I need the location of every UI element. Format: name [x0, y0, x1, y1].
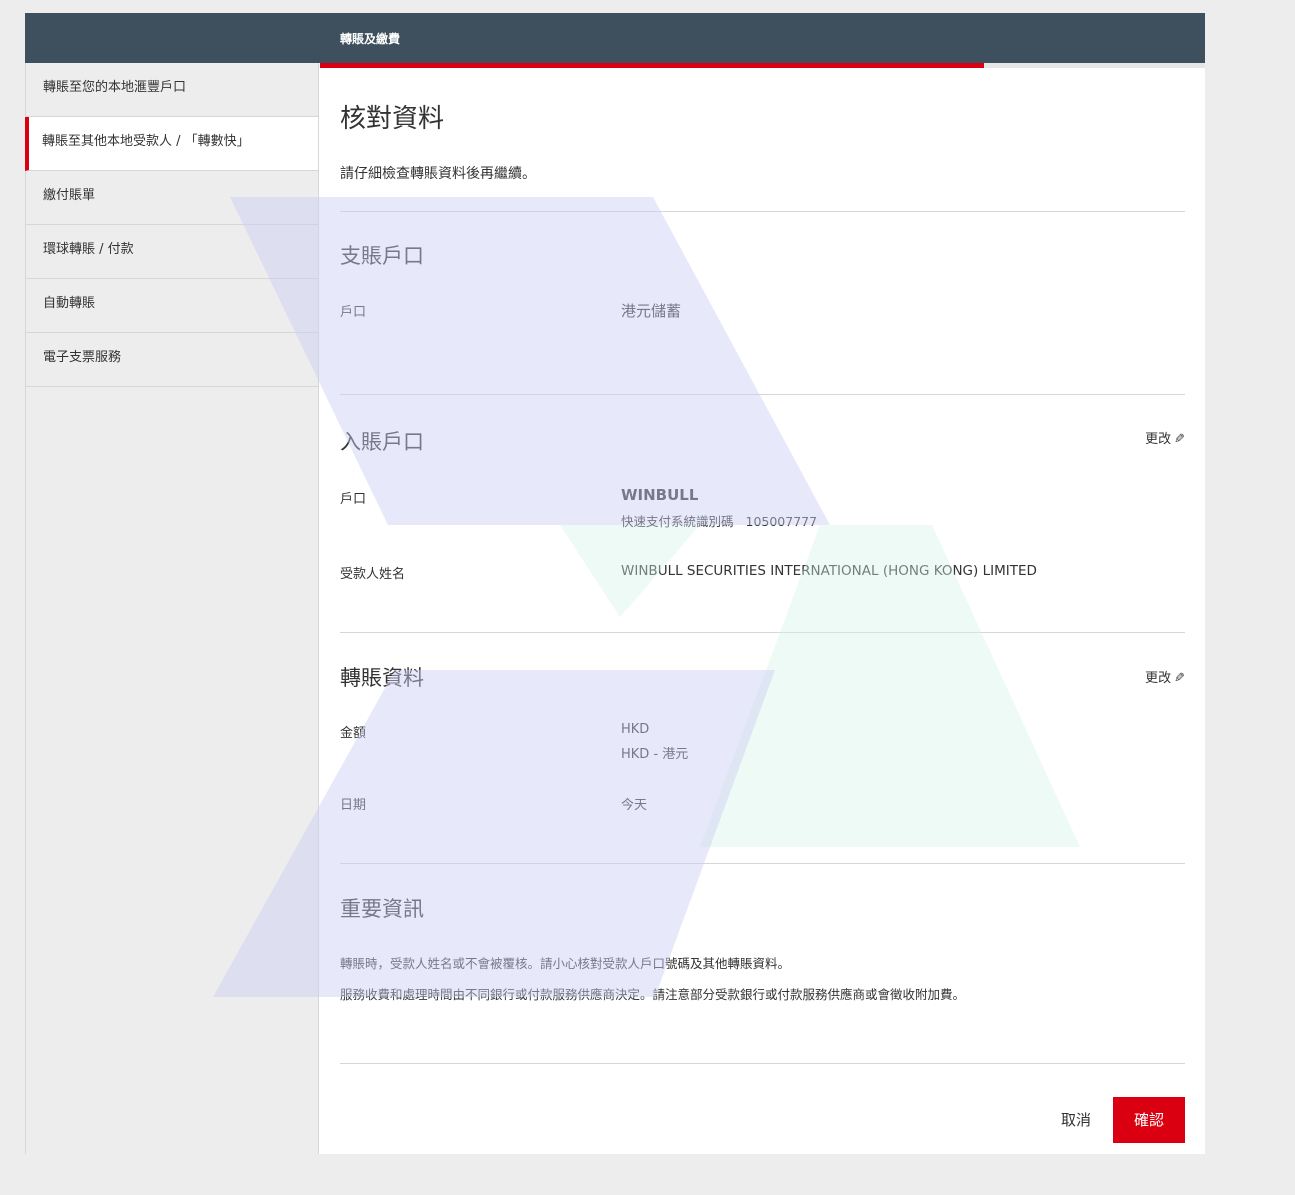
sidebar-nav: 轉賬至您的本地滙豐戶口 轉賬至其他本地受款人 / 「轉數快」 繳付賬單 環球轉賬… — [25, 63, 319, 1154]
payee-name-label: 受款人姓名 — [340, 567, 406, 582]
divider — [340, 394, 1185, 395]
fps-id-row: 快速支付系統識別碼 105007777 — [621, 511, 817, 530]
divider — [340, 1063, 1185, 1064]
sidebar-item-auto-transfer[interactable]: 自動轉賬 — [26, 279, 318, 333]
sidebar-item-pay-bills[interactable]: 繳付賬單 — [26, 171, 318, 225]
payee-name-value: WINBULL SECURITIES INTERNATIONAL (HONG K… — [621, 563, 1037, 579]
edit-label: 更改 — [1145, 432, 1172, 447]
pencil-icon: ✎ — [1174, 671, 1185, 686]
from-account-heading: 支賬戶口 — [340, 244, 424, 268]
to-account-heading: 入賬戶口 — [340, 430, 424, 454]
fps-id-value: 105007777 — [745, 514, 818, 529]
to-account-label: 戶口 — [340, 492, 367, 507]
from-account-value: 港元儲蓄 — [621, 302, 682, 320]
important-info-line-2: 服務收費和處理時間由不同銀行或付款服務供應商決定。請注意部分受款銀行或付款服務供… — [340, 987, 966, 1002]
transfer-details-heading: 轉賬資料 — [340, 666, 424, 690]
cancel-button[interactable]: 取消 — [1052, 1097, 1100, 1143]
to-account-edit-link[interactable]: 更改 ✎ — [1145, 428, 1185, 447]
main-content: 核對資料 請仔細檢查轉賬資料後再繼續。 支賬戶口 戶口 港元儲蓄 入賬戶口 更改… — [340, 68, 1185, 1154]
important-info-heading: 重要資訊 — [340, 897, 424, 921]
sidebar-item-e-cheque[interactable]: 電子支票服務 — [26, 333, 318, 387]
confirm-button[interactable]: 確認 — [1113, 1097, 1185, 1143]
page-header-title: 轉賬及繳費 — [340, 32, 401, 46]
page-title: 核對資料 — [340, 104, 445, 134]
divider — [340, 632, 1185, 633]
divider — [340, 863, 1185, 864]
sidebar-item-other-payee-fps[interactable]: 轉賬至其他本地受款人 / 「轉數快」 — [25, 117, 318, 171]
pencil-icon: ✎ — [1174, 432, 1185, 447]
amount-value: HKD — [621, 722, 650, 737]
edit-label: 更改 — [1145, 671, 1172, 686]
divider — [340, 211, 1185, 212]
currency-value: HKD - 港元 — [621, 747, 689, 762]
fps-label: 快速支付系統識別碼 — [621, 514, 734, 529]
important-info-line-1: 轉賬時，受款人姓名或不會被覆核。請小心核對受款人戶口號碼及其他轉賬資料。 — [340, 956, 791, 971]
app-frame: 轉賬及繳費 轉賬至您的本地滙豐戶口 轉賬至其他本地受款人 / 「轉數快」 繳付賬… — [25, 13, 1205, 1154]
payee-account-name: WINBULL — [621, 486, 699, 504]
intro-text: 請仔細檢查轉賬資料後再繼續。 — [340, 166, 536, 182]
sidebar-item-global-transfer[interactable]: 環球轉賬 / 付款 — [26, 225, 318, 279]
date-label: 日期 — [340, 798, 367, 813]
date-value: 今天 — [621, 798, 648, 813]
top-bar: 轉賬及繳費 — [25, 13, 1205, 63]
transfer-details-edit-link[interactable]: 更改 ✎ — [1145, 667, 1185, 686]
amount-label: 金額 — [340, 726, 367, 741]
from-account-label: 戶口 — [340, 305, 367, 320]
sidebar-item-local-hsbc-transfer[interactable]: 轉賬至您的本地滙豐戶口 — [26, 63, 318, 117]
